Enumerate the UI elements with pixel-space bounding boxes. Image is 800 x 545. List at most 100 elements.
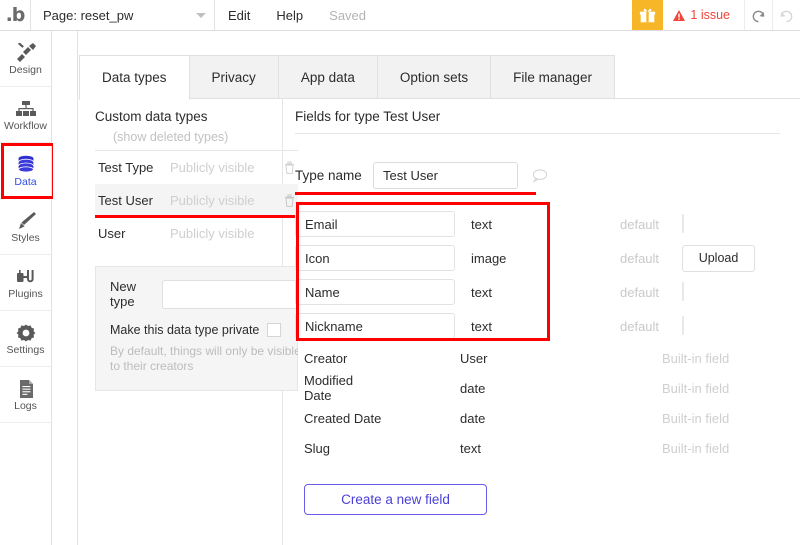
new-type-input[interactable] (162, 279, 298, 309)
builtin-field-name: Modified Date (304, 373, 354, 403)
sidebar-item-workflow-label: Workflow (4, 120, 47, 133)
field-name-input[interactable]: Email (295, 211, 455, 237)
type-name-input[interactable]: Test User (373, 161, 518, 189)
field-name-input[interactable]: Nickname (295, 313, 455, 339)
tab-app-data[interactable]: App data (277, 55, 378, 99)
sidebar-item-data-label: Data (14, 176, 37, 189)
new-type-card: New type Make this data type private By … (95, 266, 298, 391)
sidebar-item-settings[interactable]: Settings (0, 311, 51, 367)
app-logo[interactable]: .b (0, 0, 30, 30)
sidebar-item-settings-label: Settings (6, 344, 45, 357)
top-bar: .b Page: reset_pw Edit Help Saved 1 issu… (0, 0, 800, 31)
sidebar-item-design-label: Design (9, 64, 42, 77)
design-icon (15, 41, 37, 63)
document-icon (15, 377, 37, 399)
gift-icon (640, 8, 656, 22)
field-name-input[interactable]: Name (295, 279, 455, 305)
builtin-field-type: text (460, 440, 481, 456)
redo-button[interactable] (772, 0, 800, 30)
fields-for-type-title: Fields for type Test User (295, 109, 441, 124)
page-selector-label: Page: reset_pw (43, 7, 134, 23)
field-name-value: Icon (305, 250, 330, 266)
type-name-label: Type name (295, 167, 362, 183)
data-types-panel: Custom data types (show deleted types) T… (79, 98, 800, 545)
brush-icon (15, 209, 37, 231)
make-private-row[interactable]: Make this data type private (96, 323, 297, 337)
tab-file-manager[interactable]: File manager (490, 55, 615, 99)
field-default-label: default (620, 216, 660, 232)
sidebar-item-design[interactable]: Design (0, 31, 51, 87)
new-type-label: New type (110, 279, 137, 309)
field-type-label: image (471, 250, 507, 266)
field-type-label: text (471, 318, 492, 334)
make-private-checkbox[interactable] (267, 323, 282, 337)
data-type-row-test-type[interactable]: Test Type Publicly visible (95, 151, 298, 184)
sidebar-item-data[interactable]: Data (0, 143, 55, 199)
sidebar-item-logs[interactable]: Logs (0, 367, 51, 423)
menu-edit[interactable]: Edit (215, 0, 263, 30)
top-bar-right-group: 1 issue (632, 0, 800, 30)
builtin-field-note: Built-in field (662, 440, 730, 456)
builtin-field-type: date (460, 380, 486, 396)
fields-column: Fields for type Test User Type name Test… (295, 109, 800, 515)
undo-button[interactable] (744, 0, 772, 30)
field-default-label: default (620, 250, 660, 266)
tab-data-types-label: Data types (102, 70, 167, 85)
field-default-label: default (620, 318, 660, 334)
issue-count-label: 1 issue (690, 8, 730, 22)
data-type-name: Test Type (98, 160, 154, 175)
tab-file-manager-label: File manager (513, 70, 592, 85)
tab-option-sets-label: Option sets (399, 70, 469, 85)
left-navigation-rail: Design Workflow Data Styles Plugins Sett… (0, 31, 55, 545)
custom-fields-list: Email text default Icon image default Up… (295, 207, 800, 343)
field-row-name: Name text default (295, 275, 800, 309)
data-type-name: User (98, 226, 126, 241)
builtin-row-created-date: Created Date date Built-in field (295, 403, 800, 433)
field-name-input[interactable]: Icon (295, 245, 455, 271)
builtin-field-type: date (460, 410, 486, 426)
sidebar-item-workflow[interactable]: Workflow (0, 87, 51, 143)
sidebar-item-logs-label: Logs (14, 400, 37, 413)
save-status-label: Saved (329, 7, 367, 23)
type-name-input-value: Test User (383, 167, 438, 183)
issue-indicator[interactable]: 1 issue (663, 0, 744, 30)
tab-bar-filler (614, 55, 800, 99)
tab-option-sets[interactable]: Option sets (376, 55, 492, 99)
field-default-control (682, 214, 684, 233)
field-default-control (682, 282, 684, 301)
warning-triangle-icon (673, 9, 686, 21)
field-default-control (682, 316, 684, 335)
redo-icon (780, 10, 793, 22)
data-tab-bar: Data types Privacy App data Option sets … (79, 55, 800, 100)
show-deleted-types-link[interactable]: (show deleted types) (95, 130, 298, 151)
annotation-underline-type-name (295, 192, 536, 195)
tab-data-types[interactable]: Data types (79, 55, 190, 100)
plugins-icon (15, 265, 37, 287)
builtin-field-name: Slug (304, 440, 331, 456)
upload-button[interactable]: Upload (682, 244, 755, 272)
builtin-fields-list: Creator User Built-in field Modified Dat… (295, 343, 800, 463)
builtin-row-creator: Creator User Built-in field (295, 343, 800, 373)
data-type-row-user[interactable]: User Publicly visible (95, 217, 298, 250)
tab-privacy[interactable]: Privacy (188, 55, 279, 99)
workflow-icon (15, 97, 37, 119)
data-type-name: Test User (98, 193, 153, 208)
tab-privacy-label: Privacy (211, 70, 256, 85)
page-selector[interactable]: Page: reset_pw (30, 0, 215, 30)
create-new-field-button[interactable]: Create a new field (304, 484, 487, 515)
field-default-input[interactable] (682, 214, 684, 233)
field-default-control: Upload (682, 244, 755, 272)
gift-button[interactable] (632, 0, 664, 30)
sidebar-item-styles[interactable]: Styles (0, 199, 51, 255)
tab-app-data-label: App data (300, 70, 355, 85)
speech-bubble-icon[interactable] (532, 168, 548, 183)
menu-help[interactable]: Help (263, 0, 316, 30)
menu-help-label: Help (276, 7, 304, 23)
custom-data-types-column: Custom data types (show deleted types) T… (95, 109, 298, 391)
field-default-input[interactable] (682, 282, 684, 301)
builtin-field-name: Created Date (304, 410, 382, 426)
field-default-input[interactable] (682, 316, 684, 335)
data-type-row-test-user[interactable]: Test User Publicly visible (95, 184, 298, 218)
builtin-field-type: User (460, 350, 488, 366)
sidebar-item-plugins[interactable]: Plugins (0, 255, 51, 311)
